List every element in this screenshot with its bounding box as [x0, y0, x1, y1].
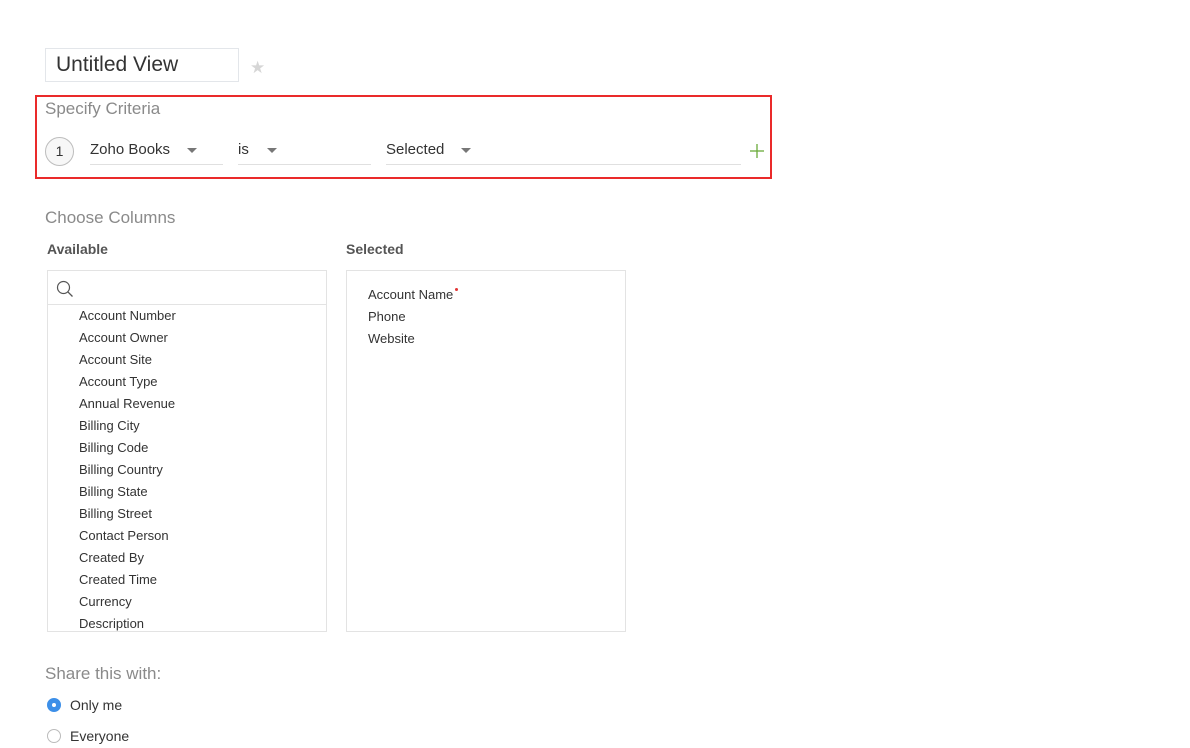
- chevron-down-icon: [267, 148, 277, 153]
- criteria-operator-select[interactable]: is: [238, 137, 371, 165]
- available-item[interactable]: Account Site: [48, 349, 326, 371]
- available-columns-list[interactable]: Account Number Account Owner Account Sit…: [47, 270, 327, 632]
- available-item[interactable]: Billing State: [48, 481, 326, 503]
- search-icon: [56, 280, 74, 303]
- criteria-field-value: Zoho Books: [90, 141, 171, 158]
- criteria-row-number: 1: [45, 137, 74, 166]
- criteria-section-title: Specify Criteria: [45, 99, 161, 118]
- available-item[interactable]: Account Type: [48, 371, 326, 393]
- available-label: Available: [47, 241, 108, 257]
- selected-item-label: Account Name: [368, 287, 454, 302]
- available-item[interactable]: Billing Code: [48, 437, 326, 459]
- available-item[interactable]: Contact Person: [48, 525, 326, 547]
- chevron-down-icon: [461, 148, 471, 153]
- selected-item-label: Website: [368, 331, 415, 346]
- radio-label: Everyone: [70, 728, 130, 744]
- criteria-value-value: Selected: [386, 141, 445, 158]
- selected-item[interactable]: Phone: [368, 306, 456, 328]
- selected-items: Account Name Phone Website: [368, 284, 459, 350]
- selected-item[interactable]: Website: [368, 328, 456, 350]
- available-item[interactable]: Created By: [48, 547, 326, 569]
- available-search-input[interactable]: [78, 275, 322, 303]
- selected-columns-list[interactable]: Account Name Phone Website: [346, 270, 626, 632]
- selected-item[interactable]: Account Name: [368, 284, 459, 306]
- chevron-down-icon: [187, 148, 197, 153]
- star-icon[interactable]: ★: [250, 58, 265, 78]
- available-item[interactable]: Description: [48, 613, 326, 631]
- available-item[interactable]: Currency: [48, 591, 326, 613]
- columns-section-title: Choose Columns: [45, 208, 176, 227]
- selected-label: Selected: [346, 241, 404, 257]
- available-item[interactable]: Annual Revenue: [48, 393, 326, 415]
- available-item[interactable]: Created Time: [48, 569, 326, 591]
- plus-icon[interactable]: [749, 143, 765, 159]
- radio-label: Only me: [70, 697, 123, 713]
- radio-checked-icon[interactable]: [47, 698, 61, 712]
- selected-item-label: Phone: [368, 309, 406, 324]
- criteria-field-select[interactable]: Zoho Books: [90, 137, 223, 165]
- criteria-value-select[interactable]: Selected: [386, 137, 741, 165]
- view-title-input[interactable]: Untitled View: [45, 48, 239, 82]
- radio-unchecked-icon[interactable]: [47, 729, 61, 743]
- available-item[interactable]: Billing Country: [48, 459, 326, 481]
- available-items: Account Number Account Owner Account Sit…: [48, 305, 326, 631]
- required-indicator: [455, 288, 459, 291]
- share-section-title: Share this with:: [45, 664, 162, 683]
- available-search: [48, 271, 326, 305]
- available-item[interactable]: Billing City: [48, 415, 326, 437]
- available-item[interactable]: Account Number: [48, 305, 326, 327]
- available-item[interactable]: Billing Street: [48, 503, 326, 525]
- available-item[interactable]: Account Owner: [48, 327, 326, 349]
- criteria-operator-value: is: [238, 141, 249, 158]
